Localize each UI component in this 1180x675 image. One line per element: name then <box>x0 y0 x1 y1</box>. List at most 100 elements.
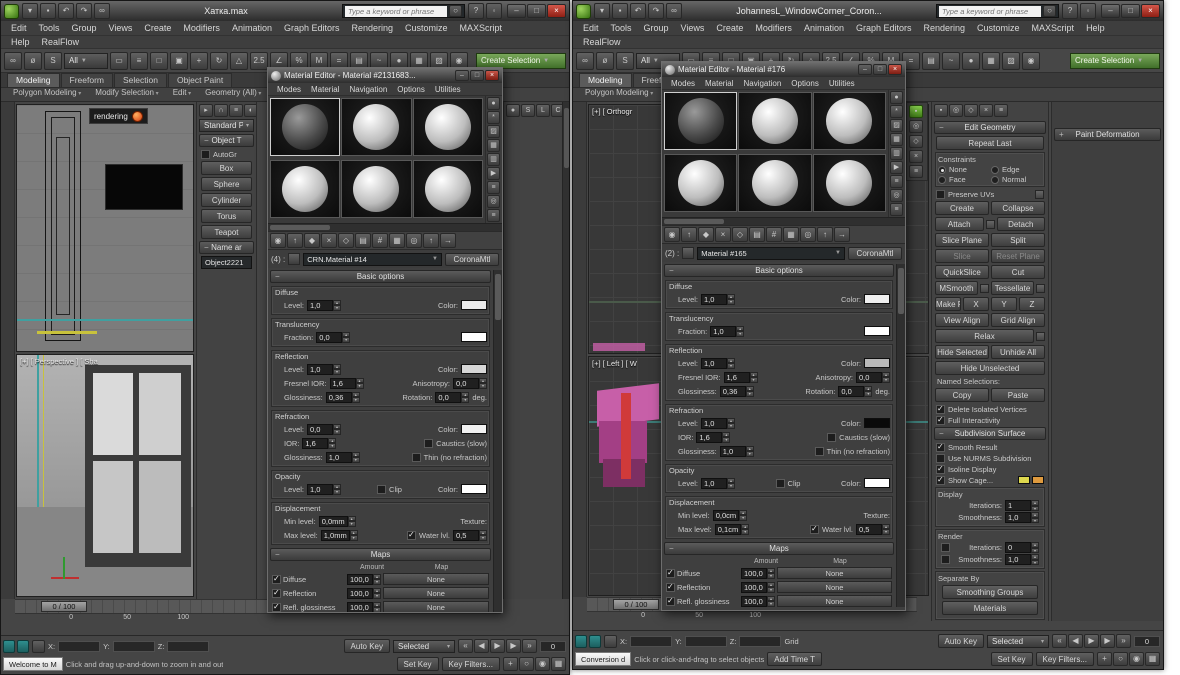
material-sample-slot[interactable] <box>812 92 886 150</box>
param-spinner[interactable]: 0,5 ▴ ▾ <box>453 529 487 541</box>
smoothness-spinner[interactable]: 1,0 ▴ ▾ <box>1005 554 1039 565</box>
scrollbar-thumb[interactable] <box>495 274 501 320</box>
show-end-result-icon[interactable]: ◎ <box>949 104 963 117</box>
material-sample-slot[interactable] <box>341 160 412 218</box>
next-frame-icon[interactable]: ▶ <box>1100 634 1115 648</box>
options-icon[interactable]: ≡ <box>890 175 903 188</box>
menu-item-customize[interactable]: Customize <box>399 23 454 33</box>
remove-modifier-icon[interactable]: × <box>979 104 993 117</box>
map-slot-button[interactable]: None <box>383 587 489 599</box>
rollout-maps[interactable]: Maps <box>664 542 894 555</box>
map-slot-button[interactable]: None <box>777 581 892 593</box>
dialog-scrollbar[interactable] <box>493 270 502 612</box>
ribbon-panel-polygon-modeling[interactable]: Polygon Modeling <box>7 88 87 101</box>
checkbox[interactable] <box>936 189 945 199</box>
check-full-interactivity[interactable]: Full Interactivity <box>936 415 1044 425</box>
checkbox[interactable] <box>827 432 837 442</box>
checkbox[interactable] <box>666 596 675 606</box>
map-slot-button[interactable]: None <box>383 573 489 585</box>
scrollbar-thumb[interactable] <box>664 219 724 224</box>
menu-item-options[interactable]: Options <box>392 85 430 94</box>
dialog-scrollbar[interactable] <box>896 264 905 607</box>
bind-to-spacewarp-icon[interactable]: S <box>616 51 634 70</box>
material-type-button[interactable]: CoronaMtl <box>848 246 902 260</box>
color-swatch[interactable] <box>461 484 488 494</box>
param-spinner[interactable]: 1,0 ▴ ▾ <box>701 357 736 369</box>
materials-button[interactable]: Materials <box>942 601 1038 615</box>
quickslice-button[interactable]: QuickSlice <box>935 265 989 279</box>
go-forward-sibling-icon[interactable]: → <box>834 227 850 242</box>
check-use-nurms-subdivision[interactable]: Use NURMS Subdivision <box>936 453 1044 463</box>
object-name-field[interactable]: Object2221 <box>201 256 252 269</box>
background-icon[interactable]: ▨ <box>890 119 903 132</box>
curve-editor-icon[interactable]: ~ <box>942 51 960 70</box>
material-name-dropdown[interactable]: CRN.Material #14 ▼ <box>303 252 442 266</box>
checkbox[interactable] <box>272 574 281 584</box>
scrollbar-thumb[interactable] <box>564 108 569 168</box>
video-color-check-icon[interactable]: ▥ <box>890 147 903 160</box>
param-spinner[interactable]: 1,6 ▴ ▾ <box>696 431 731 443</box>
scene-link-icon[interactable]: ∞ <box>666 3 682 19</box>
menu-item-options[interactable]: Options <box>786 79 824 88</box>
go-to-parent-icon[interactable]: ↑ <box>817 227 833 242</box>
param-spinner[interactable]: 0,0 ▴ ▾ <box>856 371 890 383</box>
param-spinner[interactable]: 1,0 ▴ ▾ <box>719 445 754 457</box>
check-delete-isolated-vertices[interactable]: Delete Isolated Vertices <box>936 404 1044 414</box>
viewport-label[interactable]: [+] [ Orthogr <box>592 107 632 116</box>
hide-selected-button[interactable]: Hide Selected <box>935 345 989 359</box>
select-object-icon[interactable]: ▭ <box>110 51 128 70</box>
param-spinner[interactable]: 1,0 ▴ ▾ <box>701 477 736 489</box>
menu-item-utilities[interactable]: Utilities <box>430 85 466 94</box>
param-spinner[interactable]: 1,0 ▴ ▾ <box>710 325 745 337</box>
coord-z-field[interactable] <box>739 635 782 647</box>
save-file-icon[interactable]: ▪ <box>612 3 628 19</box>
smoothness-spinner[interactable]: 1,0 ▴ ▾ <box>1005 512 1039 523</box>
radio-normal[interactable]: Normal <box>991 175 1042 184</box>
pan-hand-icon[interactable]: + <box>1097 652 1112 666</box>
param-spinner[interactable]: 0,0 ▴ ▾ <box>316 331 351 343</box>
attach-settings-button[interactable] <box>985 219 995 229</box>
menu-item-help[interactable]: Help <box>5 37 36 47</box>
tessellate-settings-button[interactable] <box>1036 283 1045 293</box>
cage-color-swatch[interactable] <box>1018 476 1030 484</box>
menu-item-modes[interactable]: Modes <box>666 79 700 88</box>
make-unique-icon[interactable]: ◇ <box>732 227 748 242</box>
checkbox[interactable] <box>407 530 417 540</box>
relax-button[interactable]: Relax <box>935 329 1034 343</box>
material-id-icon[interactable]: # <box>766 227 782 242</box>
param-spinner[interactable]: 0,36 ▴ ▾ <box>719 385 754 397</box>
teapot-button[interactable]: Teapot <box>201 225 252 239</box>
get-material-icon[interactable]: ◉ <box>270 233 286 248</box>
rollout-maps[interactable]: Maps <box>270 548 491 561</box>
pick-material-eyedropper-icon[interactable] <box>682 247 695 259</box>
motion-tab-icon[interactable]: ◐ <box>244 104 256 117</box>
color-swatch[interactable] <box>864 418 890 428</box>
hierarchy-tab-icon[interactable]: ≡ <box>229 104 243 117</box>
checkbox[interactable] <box>941 543 950 552</box>
dialog-titlebar[interactable]: Material Editor - Material #2131683... –… <box>268 68 502 83</box>
rect-region-icon[interactable]: □ <box>150 51 168 70</box>
param-spinner[interactable]: 0,0cm ▴ ▾ <box>712 509 748 521</box>
cut-button[interactable]: Cut <box>991 265 1045 279</box>
checkbox[interactable] <box>775 478 785 488</box>
app-menu-icon[interactable]: ▾ <box>594 3 610 19</box>
show-end-result-icon[interactable]: ◎ <box>406 233 422 248</box>
titlebar[interactable]: ▾▪↶↷∞ Хатка.max ○ ?◦ –□× <box>1 1 569 21</box>
map-amount-spinner[interactable]: 100,0 ▴ ▾ <box>347 573 381 585</box>
put-to-library-icon[interactable]: ▤ <box>355 233 371 248</box>
menu-item-views[interactable]: Views <box>103 23 139 33</box>
close-icon[interactable]: × <box>485 70 499 81</box>
menu-item-animation[interactable]: Animation <box>226 23 278 33</box>
rollout-edit-geometry[interactable]: Edit Geometry <box>934 121 1046 134</box>
param-spinner[interactable]: 1,6 ▴ ▾ <box>723 371 758 383</box>
search-box[interactable]: ○ <box>342 4 465 18</box>
close-icon[interactable]: × <box>888 64 902 75</box>
select-move-icon[interactable]: + <box>190 51 208 70</box>
torus-button[interactable]: Torus <box>201 209 252 223</box>
3dsmax-logo-icon[interactable] <box>576 3 591 19</box>
attach-button[interactable]: Attach <box>935 217 984 231</box>
menu-item-help[interactable]: Help <box>1080 23 1111 33</box>
taskbar-button[interactable]: Conversion d <box>575 652 632 666</box>
ribbon-tab-modeling[interactable]: Modeling <box>579 73 632 87</box>
previous-frame-icon[interactable]: ◀ <box>1068 634 1083 648</box>
